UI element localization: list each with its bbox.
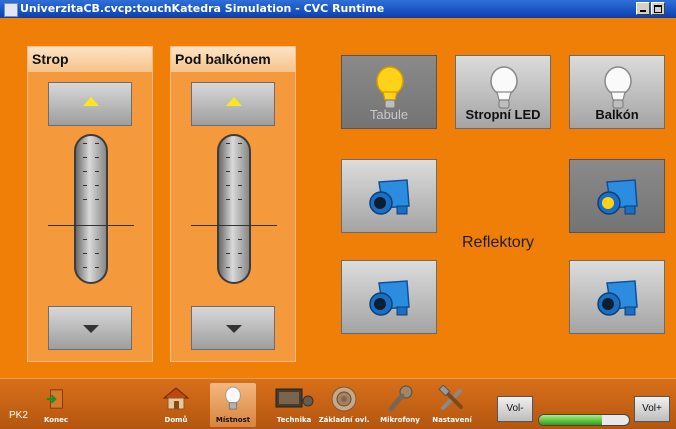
light-label: Balkón [595, 107, 639, 122]
nav-item-mikrofony[interactable]: Mikrofony [376, 383, 424, 427]
nav-item-technika[interactable]: Technika [266, 383, 322, 427]
app-icon [4, 3, 18, 17]
slider-scale [206, 137, 262, 282]
window-titlebar: UniverzitaCB.cvcp:touchKatedra Simulatio… [0, 0, 676, 18]
nav-label: Mikrofony [380, 416, 420, 424]
nav-label: Technika [276, 416, 312, 424]
lightbulb-icon [604, 66, 632, 109]
nav-label: Místnost [215, 416, 251, 424]
tools-icon [438, 385, 463, 410]
spotlight-icon [597, 179, 638, 215]
reflector-button-1[interactable] [341, 159, 437, 233]
light-button-tabule[interactable]: Tabule [341, 55, 437, 129]
nav-item-zakladni-ovl[interactable]: Základní ovl. [316, 383, 372, 427]
window-title: UniverzitaCB.cvcp:touchKatedra Simulatio… [20, 2, 385, 15]
speaker-icon [331, 386, 357, 412]
lightbulb-icon [490, 66, 518, 109]
slider-title: Pod balkónem [171, 47, 295, 72]
light-label: Tabule [369, 107, 409, 122]
dim-up-button[interactable] [191, 82, 275, 126]
nav-item-domu[interactable]: Domů [156, 383, 196, 427]
station-label: PK2 [9, 410, 28, 421]
light-button-balkon[interactable]: Balkón [569, 55, 665, 129]
arrow-down-icon [226, 325, 242, 333]
reflector-button-2[interactable] [569, 159, 665, 233]
light-label: Stropní LED [465, 107, 541, 122]
reflector-button-4[interactable] [569, 260, 665, 334]
dim-up-button[interactable] [48, 82, 132, 126]
arrow-down-icon [83, 325, 99, 333]
microphone-icon [388, 385, 413, 412]
nav-label: Nastavení [432, 416, 472, 424]
minimize-button[interactable] [636, 2, 650, 15]
volume-down-button[interactable]: Vol- [497, 396, 533, 422]
dim-down-button[interactable] [191, 306, 275, 350]
nav-label: Konec [44, 416, 68, 424]
app-area: Strop Pod balkónem Tabule Stropní LED Ba… [0, 18, 676, 429]
light-button-stropni-led[interactable]: Stropní LED [455, 55, 551, 129]
maximize-button[interactable] [651, 2, 665, 15]
slider-scale [63, 137, 119, 282]
slider-midline [191, 225, 277, 226]
volume-fill [539, 415, 602, 425]
reflector-button-3[interactable] [341, 260, 437, 334]
lightbulb-icon [376, 66, 404, 109]
exit-button[interactable]: Konec [36, 383, 76, 427]
nav-label: Základní ovl. [318, 416, 370, 424]
exit-door-icon [46, 389, 63, 409]
home-icon [162, 387, 190, 410]
monitor-icon [275, 388, 314, 408]
slider-title: Strop [28, 47, 152, 72]
nav-label: Domů [164, 416, 188, 424]
arrow-up-icon [83, 97, 99, 106]
volume-up-button[interactable]: Vol+ [634, 396, 670, 422]
volume-bar[interactable] [538, 414, 630, 426]
slider-midline [48, 225, 134, 226]
arrow-up-icon [226, 97, 242, 106]
bottom-nav-bar: PK2 Konec Domů Místnost Technika Základn… [0, 378, 676, 429]
reflectors-label: Reflektory [462, 234, 535, 251]
nav-item-mistnost[interactable]: Místnost [210, 383, 256, 427]
slider-panel-strop: Strop [27, 46, 153, 362]
dim-down-button[interactable] [48, 306, 132, 350]
spotlight-icon [597, 280, 638, 316]
spotlight-icon [369, 280, 410, 316]
slider-panel-pod-balkonem: Pod balkónem [170, 46, 296, 362]
bulb-icon [225, 386, 241, 410]
nav-item-nastaveni[interactable]: Nastavení [428, 383, 476, 427]
spotlight-icon [369, 179, 410, 215]
